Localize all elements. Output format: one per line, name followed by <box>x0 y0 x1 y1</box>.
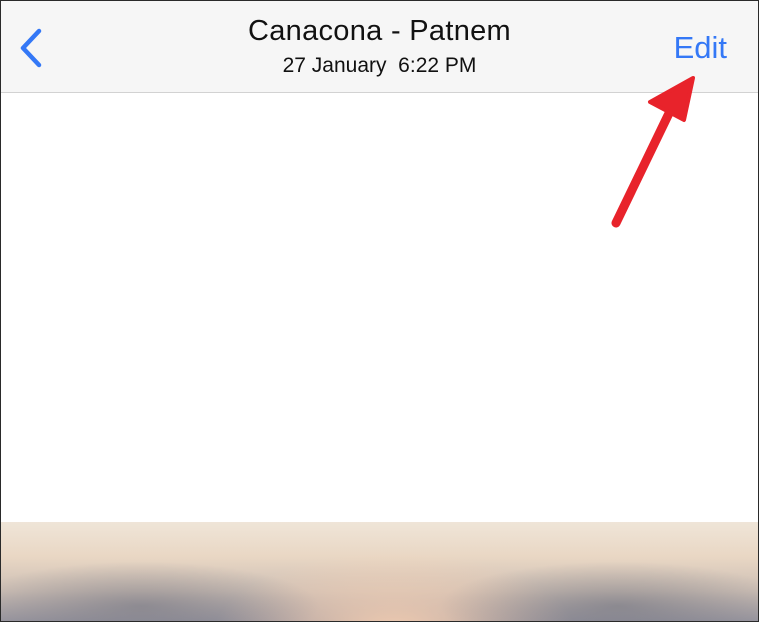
page-title: Canacona - Patnem <box>247 15 512 47</box>
photo-timestamp: 27 January 6:22 PM <box>282 54 477 77</box>
photo-viewer-screen: Canacona - Patnem 27 January 6:22 PM Edi… <box>0 0 759 622</box>
back-button[interactable] <box>11 25 51 71</box>
title-block: Canacona - Patnem 27 January 6:22 PM <box>181 13 578 79</box>
navigation-bar: Canacona - Patnem 27 January 6:22 PM Edi… <box>1 1 758 93</box>
edit-button[interactable]: Edit <box>674 29 727 67</box>
photo-image <box>1 522 758 621</box>
chevron-left-icon <box>20 28 42 68</box>
